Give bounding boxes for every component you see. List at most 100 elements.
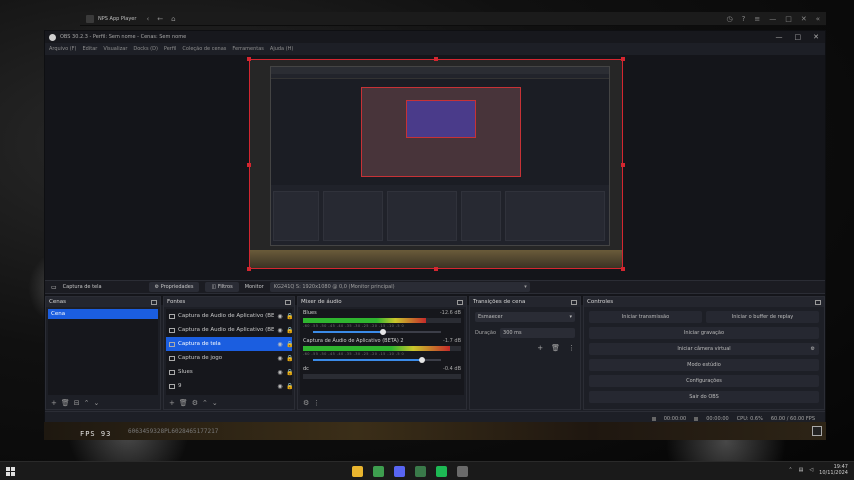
scene-item[interactable]: Cena xyxy=(48,309,158,319)
replay-buffer-button[interactable]: Iniciar o buffer de replay xyxy=(706,311,819,323)
menu-edit[interactable]: Editar xyxy=(83,46,98,52)
start-button[interactable] xyxy=(6,466,15,476)
transition-select[interactable]: Esmaecer ▾ xyxy=(475,312,575,322)
minimize-icon[interactable]: — xyxy=(776,33,783,41)
file-explorer-icon[interactable] xyxy=(352,466,363,477)
home-icon[interactable]: ⌂ xyxy=(171,15,175,23)
settings-button[interactable]: Configurações xyxy=(589,375,819,387)
undock-icon[interactable] xyxy=(457,299,463,305)
collapse-icon[interactable]: « xyxy=(816,15,820,23)
close-icon[interactable]: ✕ xyxy=(813,33,819,41)
undock-icon[interactable] xyxy=(151,299,157,305)
source-toolbar: ▭ Captura de tela ⚙ Propriedades ◫ Filtr… xyxy=(45,280,825,294)
trash-icon[interactable]: 🗑 xyxy=(179,399,188,407)
exit-button[interactable]: Sair do OBS xyxy=(589,391,819,403)
add-icon[interactable]: + xyxy=(51,399,57,407)
move-up-icon[interactable]: ⌃ xyxy=(84,399,90,407)
trash-icon[interactable]: 🗑 xyxy=(551,344,560,352)
fullscreen-icon[interactable] xyxy=(812,426,822,436)
add-icon[interactable]: + xyxy=(169,399,175,407)
visibility-icon[interactable]: ◉ xyxy=(277,369,283,376)
undock-icon[interactable] xyxy=(285,299,291,305)
start-streaming-button[interactable]: Iniciar transmissão xyxy=(589,311,702,323)
more-icon[interactable]: ⋮ xyxy=(313,399,320,407)
lock-icon[interactable]: 🔒 xyxy=(286,383,293,390)
gear-icon[interactable]: ⚙ xyxy=(192,399,198,407)
move-down-icon[interactable]: ⌄ xyxy=(212,399,218,407)
menu-help[interactable]: Ajuda (H) xyxy=(270,46,293,52)
duration-input[interactable]: 300 ms xyxy=(500,328,575,338)
gear-icon[interactable]: ⚙ xyxy=(811,346,815,352)
taskbar-clock[interactable]: 19:47 10/11/2024 xyxy=(819,464,848,476)
menu-profile[interactable]: Perfil xyxy=(164,46,177,52)
menu-file[interactable]: Arquivo (F) xyxy=(49,46,77,52)
visibility-icon[interactable]: ◉ xyxy=(277,355,283,362)
maximize-icon[interactable]: □ xyxy=(795,33,802,41)
menu-docks[interactable]: Docks (D) xyxy=(133,46,158,52)
lock-icon[interactable]: 🔒 xyxy=(286,369,293,376)
lock-icon[interactable]: 🔒 xyxy=(286,341,293,348)
close-icon[interactable]: ✕ xyxy=(801,15,807,23)
menu-icon[interactable]: ≡ xyxy=(754,15,760,23)
undock-icon[interactable] xyxy=(815,299,821,305)
resize-handle[interactable] xyxy=(621,57,625,61)
terminal-icon[interactable] xyxy=(415,466,426,477)
source-item[interactable]: 9 ◉ 🔒 xyxy=(166,379,293,393)
preview-canvas[interactable] xyxy=(247,57,625,271)
spotify-icon[interactable] xyxy=(436,466,447,477)
minimize-icon[interactable]: — xyxy=(769,15,776,23)
source-item[interactable]: Captura de Áudio de Aplicativo (BE ◉ 🔒 xyxy=(166,323,293,337)
visibility-icon[interactable]: ◉ xyxy=(277,383,283,390)
gear-icon[interactable]: ⚙ xyxy=(303,399,309,407)
obs-icon[interactable] xyxy=(457,466,468,477)
move-down-icon[interactable]: ⌄ xyxy=(94,399,100,407)
source-item[interactable]: Captura de tela ◉ 🔒 xyxy=(166,337,293,351)
slider-knob[interactable] xyxy=(418,357,425,363)
arrow-left-icon[interactable]: ← xyxy=(157,15,163,23)
source-item[interactable]: Captura de Áudio de Aplicativo (BE ◉ 🔒 xyxy=(166,309,293,323)
menu-view[interactable]: Visualizar xyxy=(103,46,127,52)
volume-slider[interactable] xyxy=(303,329,461,335)
resize-handle[interactable] xyxy=(434,57,438,61)
resize-handle[interactable] xyxy=(621,163,625,167)
discord-icon[interactable] xyxy=(394,466,405,477)
start-virtual-camera-button[interactable]: Iniciar câmera virtual ⚙ xyxy=(589,343,819,355)
maximize-icon[interactable]: □ xyxy=(785,15,792,23)
start-recording-button[interactable]: Iniciar gravação xyxy=(589,327,819,339)
lock-icon[interactable]: 🔒 xyxy=(286,327,293,334)
network-icon[interactable]: ▤ xyxy=(799,467,804,473)
volume-slider[interactable] xyxy=(303,357,461,363)
menu-scene-collection[interactable]: Coleção de cenas xyxy=(182,46,226,52)
studio-mode-button[interactable]: Modo estúdio xyxy=(589,359,819,371)
undock-icon[interactable] xyxy=(571,299,577,305)
filters-button[interactable]: ◫ Filtros xyxy=(205,282,239,292)
properties-button[interactable]: ⚙ Propriedades xyxy=(148,282,200,292)
source-item[interactable]: Captura de jogo ◉ 🔒 xyxy=(166,351,293,365)
lock-icon[interactable]: 🔒 xyxy=(286,313,293,320)
visibility-icon[interactable]: ◉ xyxy=(277,341,283,348)
resize-handle[interactable] xyxy=(247,163,251,167)
source-item[interactable]: Slues ◉ 🔒 xyxy=(166,365,293,379)
visibility-icon[interactable]: ◉ xyxy=(277,327,283,334)
slider-knob[interactable] xyxy=(380,329,387,335)
add-icon[interactable]: + xyxy=(537,344,543,352)
resize-handle[interactable] xyxy=(434,267,438,271)
trash-icon[interactable]: 🗑 xyxy=(61,399,70,407)
volume-icon[interactable]: ◁ xyxy=(809,467,813,473)
clock-icon[interactable]: ◷ xyxy=(727,15,733,23)
monitor-select[interactable]: KG241Q S: 1920x1080 @ 0,0 (Monitor princ… xyxy=(269,282,530,292)
move-up-icon[interactable]: ⌃ xyxy=(202,399,208,407)
chrome-icon[interactable] xyxy=(373,466,384,477)
controls-dock-header: Controles xyxy=(584,297,824,307)
more-icon[interactable]: ⋮ xyxy=(568,344,575,352)
lock-icon[interactable]: 🔒 xyxy=(286,355,293,362)
chevron-up-icon[interactable]: ⌃ xyxy=(788,467,792,473)
menu-tools[interactable]: Ferramentas xyxy=(232,46,264,52)
visibility-icon[interactable]: ◉ xyxy=(277,313,283,320)
help-icon[interactable]: ? xyxy=(742,15,746,23)
resize-handle[interactable] xyxy=(247,267,251,271)
back-icon[interactable]: ‹ xyxy=(146,15,149,23)
resize-handle[interactable] xyxy=(621,267,625,271)
filter-icon[interactable]: ⊟ xyxy=(74,399,80,407)
resize-handle[interactable] xyxy=(247,57,251,61)
